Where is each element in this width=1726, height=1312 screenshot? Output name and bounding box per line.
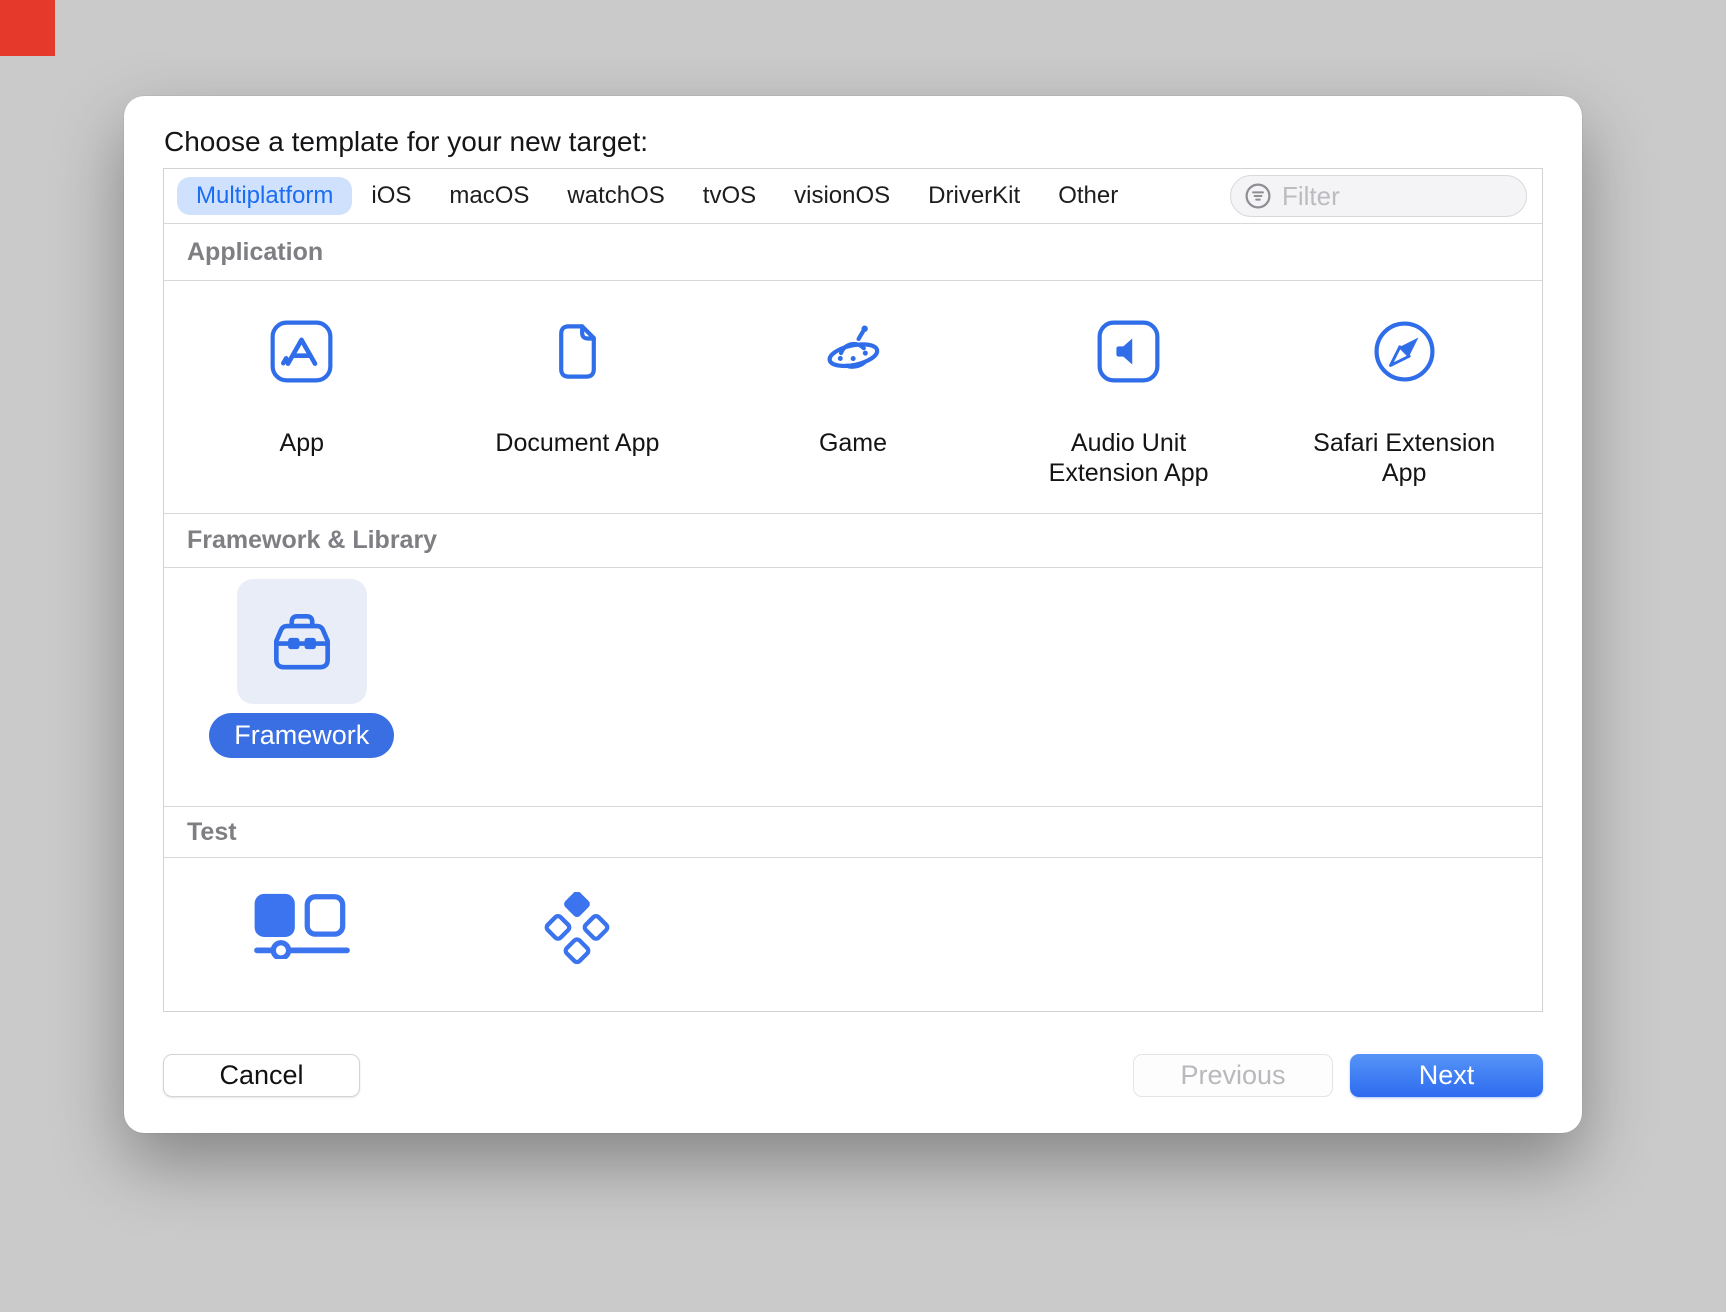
template-chooser-panel: Multiplatform iOS macOS watchOS tvOS vis… [163,168,1543,1012]
tab-driverkit[interactable]: DriverKit [909,177,1039,215]
template-label: App [280,428,324,458]
tab-macos[interactable]: macOS [430,177,548,215]
section-header-test: Test [164,807,1542,858]
filter-field[interactable] [1230,175,1527,217]
template-label: Audio Unit Extension App [1029,428,1229,488]
previous-button[interactable]: Previous [1133,1054,1333,1097]
template-item-unit-testing-bundle[interactable] [440,858,716,1013]
screen: Choose a template for your new target: M… [0,0,1726,1312]
template-item-ui-testing-bundle[interactable] [164,858,440,1013]
application-items: App Document App [164,281,1542,514]
ufo-icon [816,318,890,385]
unit-testing-diamonds-icon [542,892,612,968]
tab-tvos[interactable]: tvOS [684,177,775,215]
selected-item-label-pill: Framework [209,713,394,758]
red-corner-marker [0,0,55,56]
dialog-title: Choose a template for your new target: [164,126,648,158]
document-icon [544,318,611,385]
cancel-button[interactable]: Cancel [163,1054,360,1097]
next-button[interactable]: Next [1350,1054,1543,1097]
template-item-document-app[interactable]: Document App [440,281,716,513]
framework-items: Framework [164,568,1542,807]
template-label: Game [819,428,887,458]
tab-multiplatform[interactable]: Multiplatform [177,177,352,215]
dialog-footer: Cancel Previous Next [163,1054,1543,1097]
template-label: Document App [495,428,659,458]
template-item-audio-unit-extension-app[interactable]: Audio Unit Extension App [991,281,1267,513]
template-item-framework-selected[interactable]: Framework [164,568,440,806]
ui-testing-slider-icon [254,892,350,959]
selected-item-tile [237,579,367,704]
tab-watchos[interactable]: watchOS [548,177,683,215]
toolbox-icon [263,609,341,675]
platform-tabs: Multiplatform iOS macOS watchOS tvOS vis… [177,177,1230,215]
tab-visionos[interactable]: visionOS [775,177,909,215]
template-item-game[interactable]: Game [715,281,991,513]
section-header-framework-library: Framework & Library [164,514,1542,568]
compass-icon [1371,318,1438,385]
tab-other[interactable]: Other [1039,177,1137,215]
filter-input[interactable] [1282,181,1514,212]
speaker-icon [1095,318,1162,385]
test-items [164,858,1542,1013]
section-header-application: Application [164,224,1542,281]
filter-icon [1243,181,1273,211]
platform-tabbar: Multiplatform iOS macOS watchOS tvOS vis… [164,169,1542,224]
new-target-dialog: Choose a template for your new target: M… [124,96,1582,1133]
app-store-icon [268,318,335,385]
template-label: Safari Extension App [1304,428,1504,488]
tab-ios[interactable]: iOS [352,177,430,215]
template-item-app[interactable]: App [164,281,440,513]
template-item-safari-extension-app[interactable]: Safari Extension App [1266,281,1542,513]
